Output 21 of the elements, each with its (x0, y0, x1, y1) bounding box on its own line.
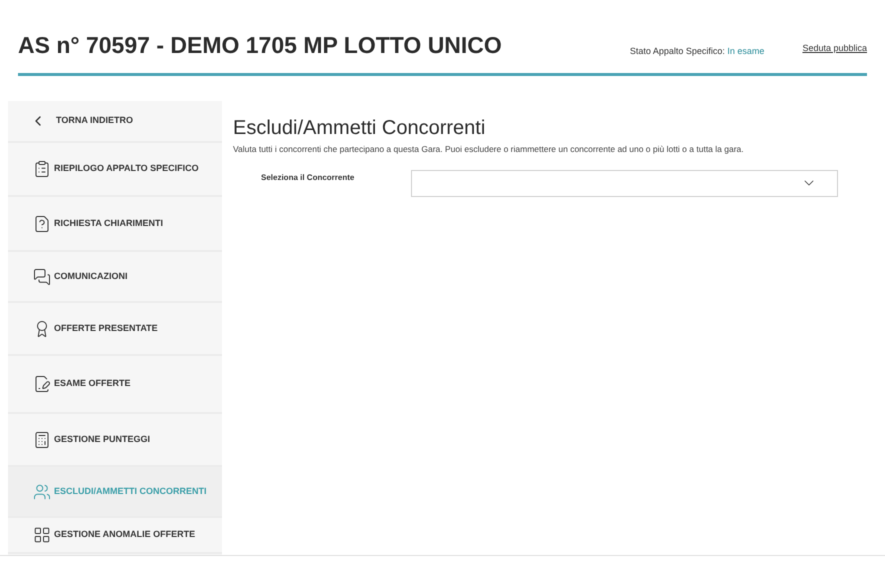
sidebar-item[interactable]: COMUNICAZIONI (8, 252, 222, 303)
sidebar-item[interactable]: OFFERTE PRESENTATE (8, 303, 222, 356)
sidebar-item[interactable]: GESTIONE ANOMALIE OFFERTE (8, 518, 222, 554)
back-button[interactable]: TORNA INDIETRO (8, 101, 222, 143)
grid-icon (33, 526, 51, 544)
public-session-link[interactable]: Seduta pubblica (802, 42, 867, 58)
page-title: AS n° 70597 - DEMO 1705 MP LOTTO UNICO (18, 31, 502, 60)
section-title: Escludi/Ammetti Concorrenti (233, 116, 486, 141)
document-icon (33, 375, 51, 393)
document-question-icon (33, 214, 51, 232)
description-text: Valuta tutti i concorrenti che partecipano a questa Gara. Puoi escludere o riammettere un concorrente ad uno o più lotti o a tutta la gara. (233, 143, 745, 156)
chat-bubbles-icon (33, 268, 51, 286)
competitor-select[interactable] (411, 170, 838, 197)
sidebar-item[interactable]: RICHIESTA CHIARIMENTI (8, 197, 222, 252)
field-label: Seleziona il Concorrente (260, 172, 356, 184)
calculator-icon (33, 430, 51, 448)
sidebar-item[interactable]: RIEPILOGO APPALTO SPECIFICO (8, 143, 222, 197)
users-icon (33, 482, 51, 500)
clipboard-icon (33, 160, 51, 178)
sidebar-item[interactable]: ESAME OFFERTE (8, 356, 222, 414)
status-text: Stato Appalto Specifico: In esame (630, 44, 764, 58)
